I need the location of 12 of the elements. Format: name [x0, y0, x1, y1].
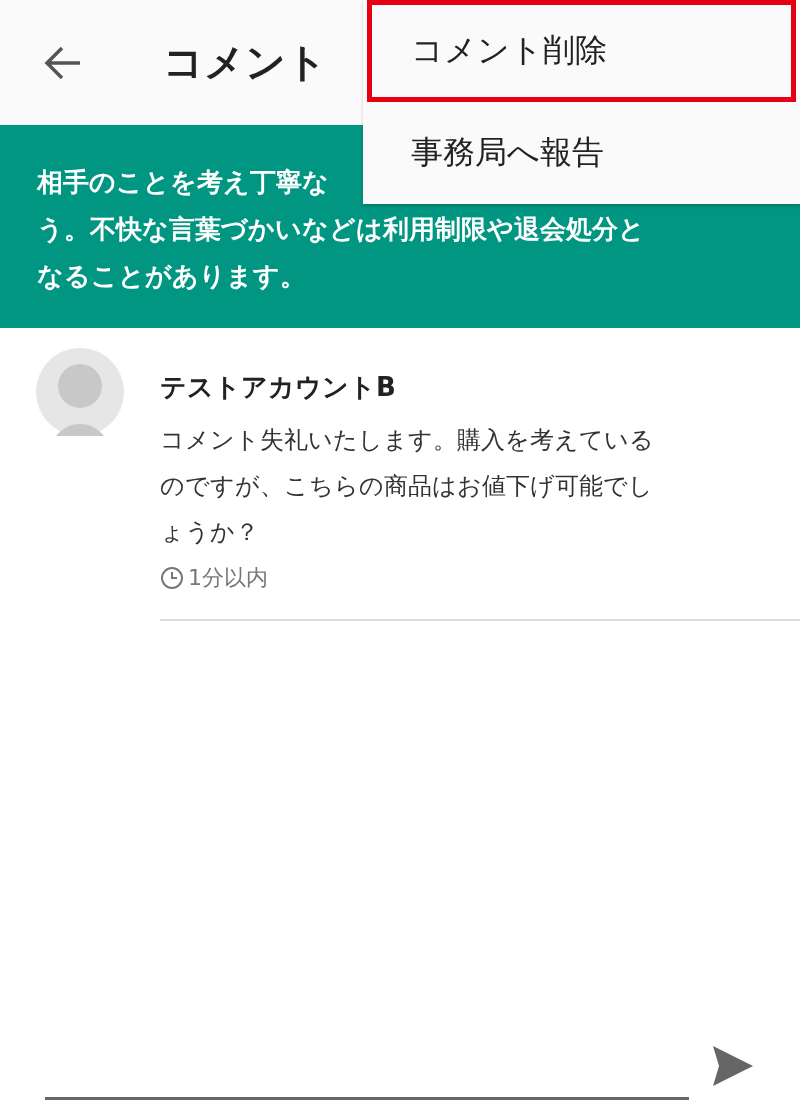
notice-text-line: なることがあります。	[37, 261, 306, 291]
page-title: コメント	[163, 38, 327, 87]
avatar-icon	[36, 348, 124, 436]
author-name: テストアカウントB	[160, 371, 397, 404]
comment-time: 1分以内	[188, 564, 268, 592]
notice-text-line: 相手のことを考え丁寧な	[37, 167, 329, 197]
menu-item[interactable]: コメント削除	[367, 0, 796, 102]
menu-item[interactable]: 事務局へ報告	[367, 102, 796, 204]
clock-icon	[160, 566, 184, 590]
send-button[interactable]	[711, 1044, 755, 1088]
notice-text-line: う。不快な言葉づかいなどは利用制限や退会処分と	[37, 214, 645, 244]
comment-text: コメント失礼いたします。購入を考えているのですが、こちらの商品はお値下げ可能でしょうか？	[160, 425, 655, 548]
